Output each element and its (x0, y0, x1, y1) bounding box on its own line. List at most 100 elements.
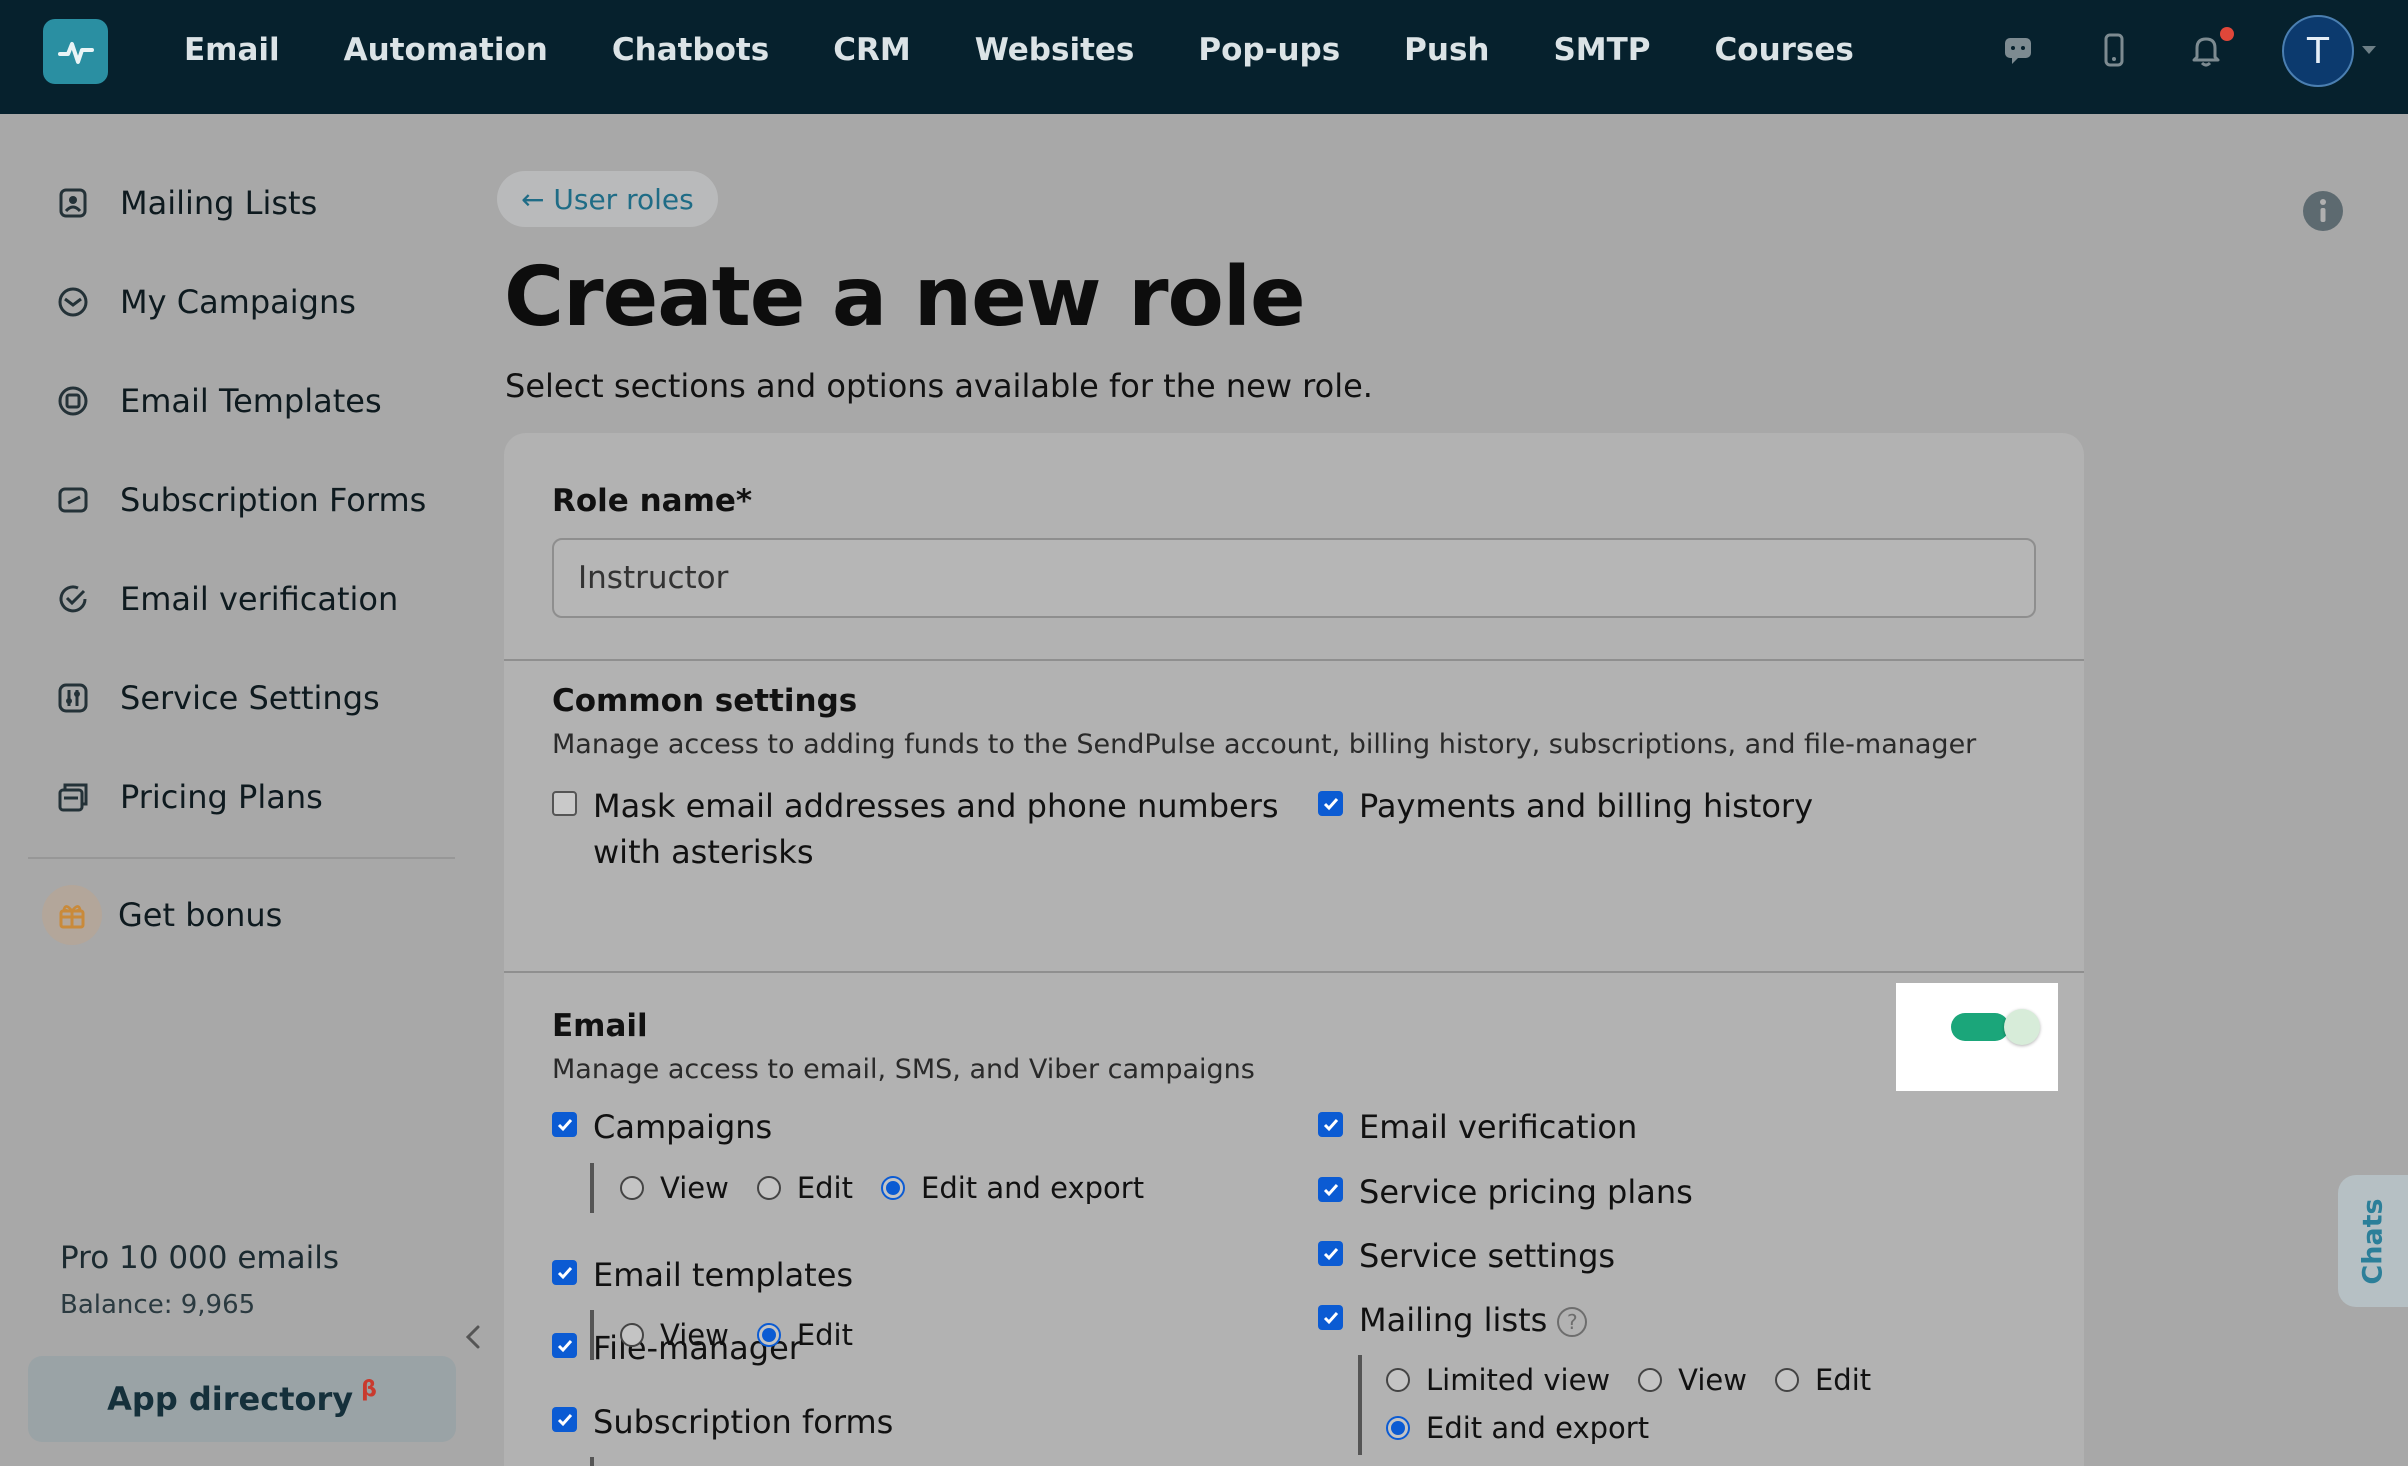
nav-automation[interactable]: Automation (344, 32, 548, 68)
toggle-knob[interactable] (2004, 1009, 2040, 1045)
checkbox-checked[interactable] (1318, 1241, 1343, 1266)
campaigns-view-radio[interactable]: View (620, 1171, 729, 1205)
templates-access-options: View Edit (620, 1318, 881, 1352)
nav-chatbots[interactable]: Chatbots (612, 32, 769, 68)
role-form-card: Role name* Instructor Common settings Ma… (504, 433, 2084, 1466)
radio-unselected[interactable] (1386, 1368, 1410, 1392)
sidebar-item-my-campaigns[interactable]: My Campaigns (50, 272, 356, 332)
app-directory-button[interactable]: App directory β (28, 1356, 456, 1442)
mobile-icon[interactable] (2094, 30, 2134, 70)
sidebar-item-label: Get bonus (118, 896, 283, 934)
chevron-down-icon[interactable] (2362, 46, 2376, 54)
sidebar-item-get-bonus[interactable]: Get bonus (42, 885, 283, 945)
radio-label: View (660, 1171, 729, 1205)
mailing-lists-icon (50, 180, 96, 226)
nav-courses[interactable]: Courses (1715, 32, 1854, 68)
mask-emails-checkbox[interactable]: Mask email addresses and phone numbers wi… (552, 783, 1279, 875)
checkbox-label: Email verification (1359, 1108, 1638, 1146)
plan-name[interactable]: Pro 10 000 emails (60, 1240, 339, 1276)
subscription-forms-checkbox[interactable]: Subscription forms (552, 1399, 893, 1445)
mailing-limited-view-radio[interactable]: Limited view (1386, 1363, 1610, 1397)
radio-unselected[interactable] (620, 1176, 644, 1200)
campaigns-edit-export-radio[interactable]: Edit and export (881, 1171, 1144, 1205)
service-settings-checkbox[interactable]: Service settings (1318, 1233, 1615, 1279)
collapse-sidebar-button[interactable] (458, 1322, 488, 1352)
sidebar-item-label: Subscription Forms (120, 481, 427, 519)
email-templates-checkbox[interactable]: Email templates (552, 1252, 853, 1298)
email-toggle-container (1896, 983, 2058, 1091)
checkbox-checked[interactable] (552, 1112, 577, 1137)
sidebar-item-label: Email verification (120, 580, 399, 618)
campaigns-edit-radio[interactable]: Edit (756, 1171, 853, 1205)
checkbox-checked[interactable] (552, 1407, 577, 1432)
sidebar-item-pricing-plans[interactable]: Pricing Plans (50, 767, 323, 827)
payments-billing-checkbox[interactable]: Payments and billing history (1318, 783, 1813, 829)
checkbox-label: Mask email addresses and phone numbers wi… (593, 787, 1279, 871)
sidebar-item-email-verification[interactable]: Email verification (50, 569, 398, 629)
checkbox-checked[interactable] (1318, 791, 1343, 816)
nav-popups[interactable]: Pop-ups (1198, 32, 1340, 68)
email-verification-checkbox[interactable]: Email verification (1318, 1104, 1637, 1150)
options-indent-bar (1358, 1355, 1362, 1455)
sidebar-item-label: Email Templates (120, 382, 382, 420)
sidebar-item-service-settings[interactable]: Service Settings (50, 668, 380, 728)
role-name-input[interactable]: Instructor (552, 538, 2036, 618)
radio-label: View (660, 1318, 729, 1352)
section-divider (504, 971, 2084, 973)
radio-selected[interactable] (881, 1176, 905, 1200)
campaigns-checkbox[interactable]: Campaigns (552, 1104, 772, 1150)
settings-icon (50, 675, 96, 721)
checkbox-checked[interactable] (552, 1260, 577, 1285)
checkbox-checked[interactable] (1318, 1112, 1343, 1137)
sidebar-item-mailing-lists[interactable]: Mailing Lists (50, 173, 317, 233)
forms-icon (50, 477, 96, 523)
radio-unselected[interactable] (1774, 1368, 1799, 1392)
radio-unselected[interactable] (1638, 1368, 1663, 1392)
checkbox-label: Email templates (593, 1256, 854, 1294)
pricing-icon (50, 774, 96, 820)
checkbox-label: Subscription forms (593, 1403, 894, 1441)
checkbox-unchecked[interactable] (552, 791, 577, 816)
radio-selected[interactable] (1386, 1416, 1410, 1440)
checkbox-checked[interactable] (1318, 1177, 1343, 1202)
radio-unselected[interactable] (620, 1323, 644, 1347)
mailing-edit-export-radio[interactable]: Edit and export (1386, 1411, 1649, 1445)
nav-smtp[interactable]: SMTP (1553, 32, 1650, 68)
back-to-user-roles-link[interactable]: ← User roles (497, 171, 718, 227)
nav-push[interactable]: Push (1404, 32, 1489, 68)
mailing-view-radio[interactable]: View (1638, 1363, 1747, 1397)
templates-view-radio[interactable]: View (620, 1318, 729, 1352)
chat-icon[interactable] (1998, 30, 2038, 70)
nav-websites[interactable]: Websites (975, 32, 1135, 68)
verification-icon (50, 576, 96, 622)
common-settings-description: Manage access to adding funds to the Sen… (552, 729, 1977, 760)
chats-tab[interactable]: Chats (2338, 1175, 2408, 1307)
avatar[interactable]: T (2282, 15, 2354, 87)
service-pricing-plans-checkbox[interactable]: Service pricing plans (1318, 1169, 1693, 1215)
mailing-lists-checkbox[interactable]: Mailing lists? (1318, 1297, 1588, 1343)
radio-selected[interactable] (756, 1323, 781, 1347)
checkbox-checked[interactable] (1318, 1305, 1343, 1330)
sidebar-divider (28, 857, 455, 859)
app-directory-label: App directory (107, 1380, 354, 1418)
sidebar-item-label: Pricing Plans (120, 778, 323, 816)
nav-crm[interactable]: CRM (833, 32, 910, 68)
radio-label: Edit (796, 1318, 853, 1352)
mailing-edit-radio[interactable]: Edit (1774, 1363, 1871, 1397)
radio-label: Limited view (1426, 1363, 1611, 1397)
nav-email[interactable]: Email (184, 32, 280, 68)
checkbox-label: Service pricing plans (1359, 1173, 1693, 1211)
sidebar-item-email-templates[interactable]: Email Templates (50, 371, 382, 431)
checkbox-label: Payments and billing history (1359, 787, 1814, 825)
help-icon[interactable]: ? (1557, 1307, 1588, 1337)
info-icon[interactable] (2302, 190, 2344, 232)
email-section-toggle[interactable] (1951, 1013, 2009, 1041)
sendpulse-logo-icon[interactable] (43, 19, 108, 84)
sidebar-item-subscription-forms[interactable]: Subscription Forms (50, 470, 426, 530)
radio-unselected[interactable] (756, 1176, 781, 1200)
radio-label: View (1678, 1363, 1747, 1397)
templates-edit-radio[interactable]: Edit (756, 1318, 853, 1352)
checkbox-label: Mailing lists? (1359, 1297, 1588, 1343)
checkbox-label: Campaigns (593, 1108, 773, 1146)
checkbox-checked[interactable] (552, 1333, 577, 1358)
